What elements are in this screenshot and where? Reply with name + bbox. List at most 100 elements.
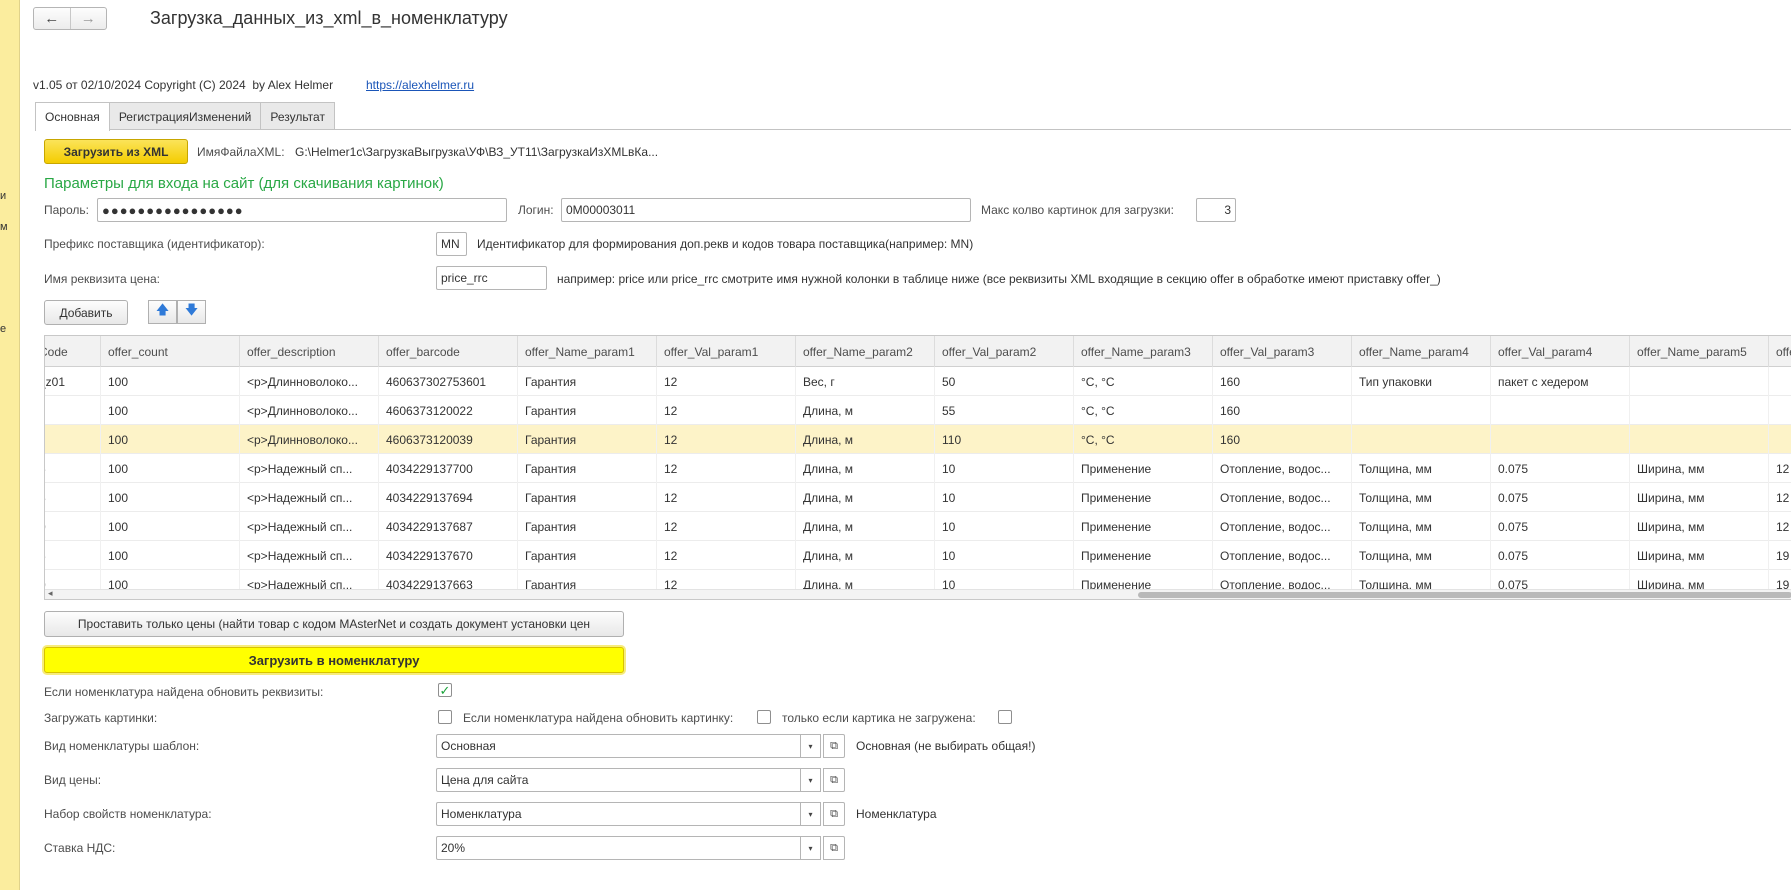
table-cell[interactable]: 100	[101, 396, 240, 425]
password-field[interactable]: ●●●●●●●●●●●●●●●●	[97, 198, 507, 222]
table-cell[interactable]: °C, °C	[1074, 425, 1213, 454]
dropdown-icon[interactable]: ▾	[801, 836, 821, 860]
set-prices-only-button[interactable]: Проставить только цены (найти товар с ко…	[44, 611, 624, 637]
open-form-icon[interactable]: ⧉	[823, 734, 845, 758]
table-cell[interactable]: Толщина, мм	[1352, 541, 1491, 570]
table-cell[interactable]	[1630, 367, 1769, 396]
table-cell[interactable]: 160	[1213, 396, 1352, 425]
table-row[interactable]: 6100<p>Надежный сп...4034229137700Гарант…	[45, 454, 1791, 483]
login-field[interactable]: 0М00003011	[561, 198, 971, 222]
table-cell[interactable]: °C, °C	[1074, 396, 1213, 425]
column-header[interactable]: Code	[45, 336, 101, 367]
column-header[interactable]: offer_count	[101, 336, 240, 367]
table-cell[interactable]: 0.075	[1491, 541, 1630, 570]
table-cell[interactable]: <p>Длинноволоко...	[240, 425, 379, 454]
table-cell[interactable]	[1491, 425, 1630, 454]
table-cell[interactable]: Длина, м	[796, 396, 935, 425]
table-cell[interactable]: 10	[935, 483, 1074, 512]
price-attr-field[interactable]: price_rrc	[436, 266, 547, 290]
table-cell[interactable]: Гарантия	[518, 367, 657, 396]
only-if-missing-checkbox[interactable]	[998, 710, 1012, 724]
scroll-left-icon[interactable]: ◂	[48, 588, 53, 599]
table-cell[interactable]	[1630, 396, 1769, 425]
table-row[interactable]: 0100<p>Надежный сп...4034229137687Гарант…	[45, 512, 1791, 541]
table-cell[interactable]: Длина, м	[796, 541, 935, 570]
load-xml-button[interactable]: Загрузить из XML	[44, 139, 188, 164]
author-link[interactable]: https://alexhelmer.ru	[366, 78, 474, 92]
load-images-checkbox[interactable]	[438, 710, 452, 724]
table-cell[interactable]	[1352, 425, 1491, 454]
dropdown-icon[interactable]: ▾	[801, 734, 821, 758]
table-cell[interactable]: 12	[657, 512, 796, 541]
table-cell[interactable]: 19	[1769, 541, 1791, 570]
table-cell[interactable]: 0.075	[1491, 483, 1630, 512]
column-header[interactable]: offer_Name_param3	[1074, 336, 1213, 367]
table-cell[interactable]: 160	[1213, 425, 1352, 454]
table-cell[interactable]: 12	[657, 425, 796, 454]
table-cell[interactable]: Толщина, мм	[1352, 454, 1491, 483]
table-cell[interactable]: Ширина, мм	[1630, 541, 1769, 570]
column-header[interactable]: offer_Val_param4	[1491, 336, 1630, 367]
dropdown-icon[interactable]: ▾	[801, 768, 821, 792]
table-cell[interactable]: 0.075	[1491, 454, 1630, 483]
table-cell[interactable]: 6	[45, 541, 101, 570]
table-cell[interactable]: 0	[45, 512, 101, 541]
table-cell[interactable]: 100	[101, 425, 240, 454]
horizontal-scrollbar[interactable]: ◂	[45, 588, 1791, 599]
column-header[interactable]: offer_Name_param4	[1352, 336, 1491, 367]
table-cell[interactable]: Отопление, водос...	[1213, 454, 1352, 483]
load-nomenclature-button[interactable]: Загрузить в номенклатуру	[44, 647, 624, 673]
selector-field[interactable]: Номенклатура	[436, 802, 801, 826]
table-cell[interactable]: 6	[45, 454, 101, 483]
table-cell[interactable]: _z01	[45, 367, 101, 396]
table-cell[interactable]: 100	[101, 483, 240, 512]
column-header[interactable]: offer_Val_param1	[657, 336, 796, 367]
tab-change-registration[interactable]: РегистрацияИзменений	[108, 102, 262, 130]
column-header[interactable]: offer_	[1769, 336, 1791, 367]
open-form-icon[interactable]: ⧉	[823, 802, 845, 826]
table-cell[interactable]: Отопление, водос...	[1213, 483, 1352, 512]
column-header[interactable]: offer_Val_param2	[935, 336, 1074, 367]
dropdown-icon[interactable]: ▾	[801, 802, 821, 826]
table-cell[interactable]: 4034229137700	[379, 454, 518, 483]
table-row[interactable]: 100 <p>Длинноволоко... 4606373120039 Гарант…	[45, 425, 1791, 454]
table-cell[interactable]: 160	[1213, 367, 1352, 396]
table-cell[interactable]: 110	[935, 425, 1074, 454]
column-header[interactable]: offer_Name_param1	[518, 336, 657, 367]
table-cell[interactable]: 100	[101, 512, 240, 541]
table-cell[interactable]: 4606373120022	[379, 396, 518, 425]
table-cell[interactable]: <p>Надежный сп...	[240, 483, 379, 512]
table-cell[interactable]: 4606373120039	[379, 425, 518, 454]
table-cell[interactable]: <p>Длинноволоко...	[240, 367, 379, 396]
table-row[interactable]: 100 <p>Длинноволоко... 4606373120022 Гарант…	[45, 396, 1791, 425]
back-arrow-icon[interactable]: ←	[34, 8, 70, 29]
table-cell[interactable]: 4034229137694	[379, 483, 518, 512]
forward-arrow-icon[interactable]: →	[69, 8, 107, 29]
table-cell[interactable]: 100	[101, 541, 240, 570]
table-cell[interactable]: Длина, м	[796, 483, 935, 512]
table-row[interactable]: 6100<p>Надежный сп...4034229137670Гарант…	[45, 541, 1791, 570]
prefix-field[interactable]: MN	[436, 232, 467, 256]
column-header[interactable]: offer_Name_param2	[796, 336, 935, 367]
table-cell[interactable]: Вес, г	[796, 367, 935, 396]
table-cell[interactable]: 100	[101, 454, 240, 483]
table-cell[interactable]	[1352, 396, 1491, 425]
table-cell[interactable]: 5	[45, 483, 101, 512]
selector-field[interactable]: 20%	[436, 836, 801, 860]
table-cell[interactable]: 12	[1769, 512, 1791, 541]
table-cell[interactable]: Ширина, мм	[1630, 454, 1769, 483]
table-cell[interactable]: Применение	[1074, 454, 1213, 483]
update-attrs-checkbox[interactable]: ✓	[438, 683, 452, 697]
table-cell[interactable]: 12	[1769, 483, 1791, 512]
table-cell[interactable]: 10	[935, 454, 1074, 483]
update-image-checkbox[interactable]	[757, 710, 771, 724]
table-cell[interactable]: Длина, м	[796, 512, 935, 541]
table-cell[interactable]: Тип упаковки	[1352, 367, 1491, 396]
table-cell[interactable]: 12	[657, 454, 796, 483]
table-cell[interactable]: 55	[935, 396, 1074, 425]
table-row[interactable]: _z01100<p>Длинноволоко...460637302753601…	[45, 367, 1791, 396]
tab-main[interactable]: Основная	[35, 102, 110, 131]
table-cell[interactable]: Длина, м	[796, 454, 935, 483]
table-cell[interactable]: 50	[935, 367, 1074, 396]
table-cell[interactable]: <p>Надежный сп...	[240, 541, 379, 570]
